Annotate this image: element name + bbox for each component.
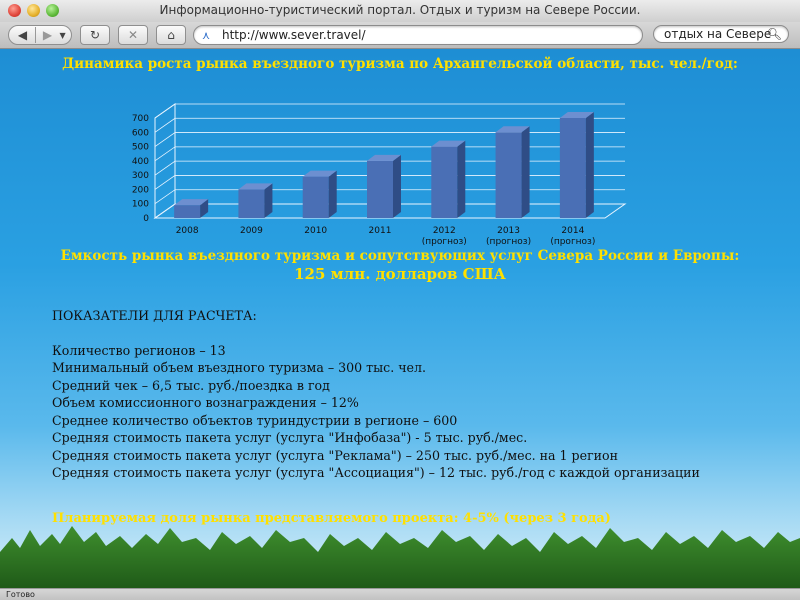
market-capacity-heading: Емкость рынка въездного туризма и сопутс…	[60, 248, 740, 264]
history-dropdown-icon[interactable]: ▼	[60, 31, 70, 40]
x-category-label: 2011	[369, 226, 392, 236]
chart-gridline	[154, 132, 625, 147]
status-bar: Готово	[0, 588, 800, 600]
browser-toolbar: ◀ ▶ ▼ ↻ ✕ ⌂ ⋏ http://www.sever.travel/ о…	[0, 22, 800, 49]
x-category-label: 2014	[561, 226, 584, 236]
address-text[interactable]: http://www.sever.travel/	[222, 28, 366, 42]
indicator-item: Средняя стоимость пакета услуг (услуга "…	[52, 430, 528, 445]
planned-market-share: Планируемая доля рынка представляемого п…	[52, 511, 611, 526]
window-title: Информационно-туристический портал. Отды…	[159, 3, 641, 17]
chart-bar	[495, 132, 522, 218]
x-category-label: 2008	[176, 226, 199, 236]
chart-bar-side	[457, 140, 466, 218]
x-category-label: 2010	[304, 226, 327, 236]
chart-bar-side	[393, 154, 401, 218]
indicator-item: Объем комиссионного вознаграждения – 12%	[52, 395, 359, 410]
x-category-note: (прогноз)	[550, 237, 595, 247]
window-titlebar: Информационно-туристический портал. Отды…	[0, 0, 800, 23]
chart-bar-side	[328, 170, 337, 218]
indicators-title: ПОКАЗАТЕЛИ ДЛЯ РАСЧЕТА:	[52, 308, 257, 323]
chart-bar-side	[264, 183, 273, 218]
indicator-item: Средняя стоимость пакета услуг (услуга "…	[52, 447, 619, 463]
y-tick-label: 600	[132, 128, 149, 138]
chart-gridline	[154, 117, 625, 133]
x-category-note: (прогноз)	[422, 237, 467, 247]
x-category-label: 2012	[433, 226, 456, 236]
x-category-label: 2013	[497, 226, 520, 236]
y-tick-label: 300	[132, 171, 149, 181]
chart-bar	[367, 160, 393, 218]
y-tick-label: 0	[143, 214, 149, 224]
market-dynamics-heading: Динамика роста рынка въездного туризма п…	[62, 56, 738, 72]
indicator-item: Минимальный объем въездного туризма – 30…	[52, 360, 426, 375]
x-category-note: (прогноз)	[486, 237, 531, 247]
y-tick-label: 500	[132, 143, 149, 153]
site-favicon-icon: ⋏	[202, 28, 211, 42]
indicators-block: ПОКАЗАТЕЛИ ДЛЯ РАСЧЕТА: Количество регио…	[52, 307, 792, 482]
chart-side-wall	[154, 103, 176, 219]
indicator-item: Количество регионов – 13	[52, 342, 226, 358]
y-tick-label: 400	[132, 157, 149, 167]
indicator-item: Среднее количество объектов туриндустрии…	[52, 412, 458, 428]
chart-bar	[559, 118, 586, 218]
chart-bar-side	[585, 112, 594, 218]
back-button[interactable]: ◀	[11, 28, 35, 42]
forward-button[interactable]: ▶	[36, 28, 60, 42]
chart-bar-side	[521, 126, 530, 218]
search-field[interactable]: отдых на Севере 🔍︎	[653, 25, 789, 43]
chart-bar	[174, 205, 201, 218]
market-capacity-value: 125 млн. долларов США	[294, 265, 506, 283]
chart-gridline	[154, 103, 625, 119]
search-input-value[interactable]: отдых на Севере	[664, 27, 771, 41]
stop-button[interactable]: ✕	[118, 25, 148, 45]
y-tick-label: 100	[132, 200, 149, 210]
chart-bar	[431, 146, 458, 218]
home-button[interactable]: ⌂	[156, 25, 186, 45]
indicator-item: Средняя стоимость пакета услуг (услуга "…	[52, 465, 700, 480]
y-tick-label: 200	[132, 185, 149, 195]
chart-bar	[302, 176, 329, 218]
back-forward-group: ◀ ▶ ▼	[8, 25, 72, 45]
address-bar[interactable]: ⋏ http://www.sever.travel/	[193, 25, 643, 45]
tourism-growth-chart: 0 100 200 300 400 500 600 700 2008 2009 2010 2011 20…	[132, 103, 627, 247]
y-tick-label: 700	[132, 114, 149, 124]
chart-bar	[238, 189, 265, 218]
indicator-item: Средний чек – 6,5 тыс. руб./поездка в го…	[52, 377, 330, 393]
search-icon[interactable]: 🔍︎	[767, 27, 782, 41]
page-viewport: Динамика роста рынка въездного туризма п…	[0, 49, 800, 588]
x-category-label: 2009	[240, 226, 263, 236]
reload-button[interactable]: ↻	[80, 25, 110, 45]
